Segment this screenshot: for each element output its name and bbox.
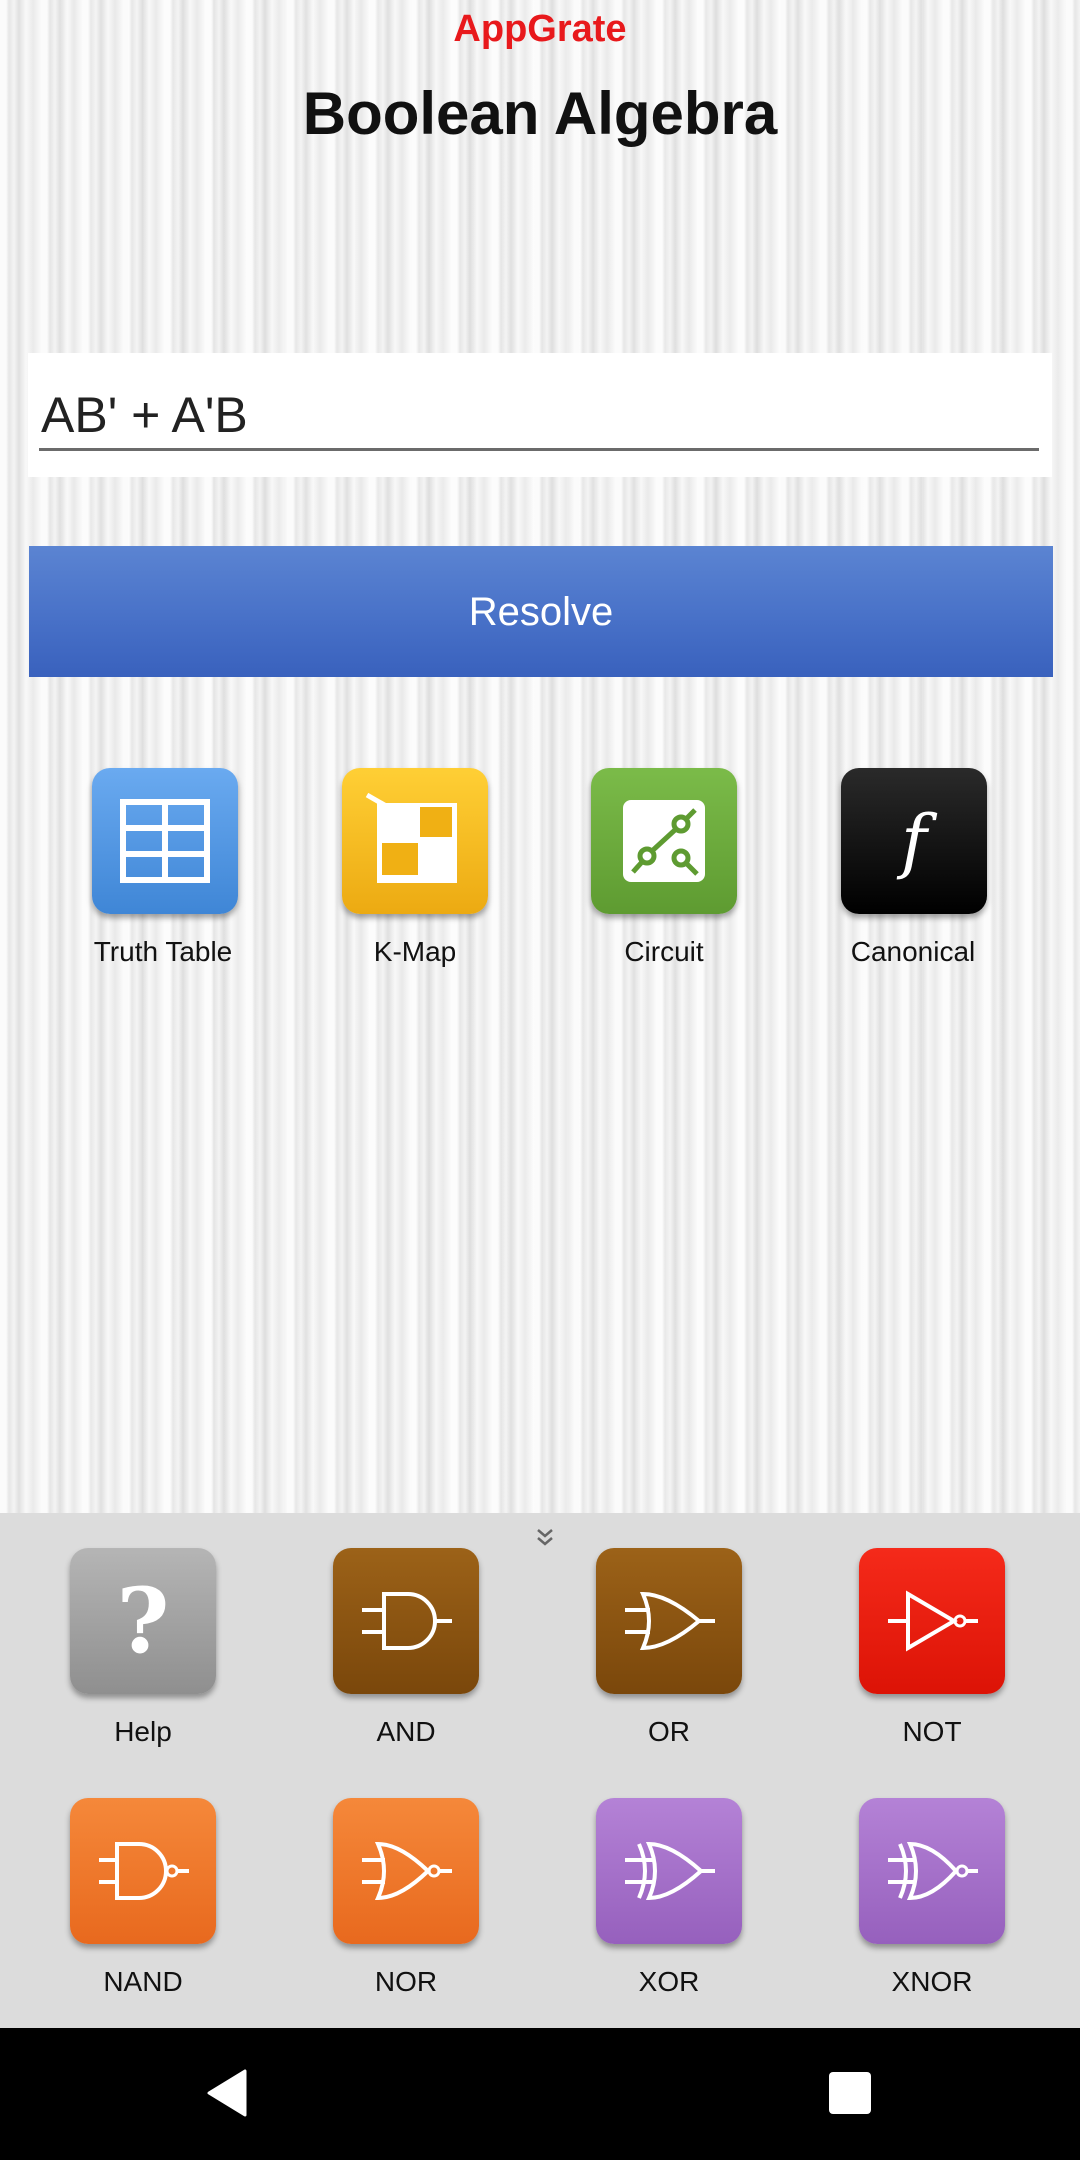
page-title: Boolean Algebra xyxy=(302,80,778,147)
nor-gate-icon xyxy=(362,1841,452,1901)
nand-gate-button[interactable] xyxy=(70,1798,216,1944)
not-gate-button[interactable] xyxy=(859,1548,1005,1694)
xor-gate-icon xyxy=(625,1841,715,1901)
xnor-label: XNOR xyxy=(891,1966,973,1997)
nor-gate-button[interactable] xyxy=(333,1798,479,1944)
truth-table-label: Truth Table xyxy=(93,936,233,967)
help-label: Help xyxy=(114,1716,172,1747)
and-label: AND xyxy=(376,1716,436,1747)
circuit-icon xyxy=(623,800,705,882)
nor-label: NOR xyxy=(374,1966,438,1997)
not-label: NOT xyxy=(902,1716,962,1747)
or-label: OR xyxy=(648,1716,690,1747)
xor-gate-button[interactable] xyxy=(596,1798,742,1944)
recents-square-icon[interactable] xyxy=(829,2072,871,2114)
or-gate-button[interactable] xyxy=(596,1548,742,1694)
kmap-icon xyxy=(365,792,457,883)
xnor-gate-icon xyxy=(888,1841,978,1901)
circuit-label: Circuit xyxy=(624,936,704,967)
nand-gate-icon xyxy=(99,1842,189,1900)
canonical-label: Canonical xyxy=(850,936,976,967)
table-icon xyxy=(120,799,210,883)
canonical-button[interactable]: f xyxy=(841,768,987,914)
function-icon: f xyxy=(901,800,927,882)
not-gate-icon xyxy=(888,1590,978,1652)
nand-label: NAND xyxy=(103,1966,183,1997)
chevron-double-down-icon[interactable] xyxy=(535,1526,555,1550)
kmap-label: K-Map xyxy=(373,936,457,967)
truth-table-button[interactable] xyxy=(92,768,238,914)
and-gate-button[interactable] xyxy=(333,1548,479,1694)
help-button[interactable]: ? xyxy=(70,1548,216,1694)
expression-input[interactable] xyxy=(39,381,1039,451)
xnor-gate-button[interactable] xyxy=(859,1798,1005,1944)
expression-card xyxy=(28,353,1052,477)
brand-label: AppGrate xyxy=(453,8,627,50)
xor-label: XOR xyxy=(638,1966,700,1997)
system-nav-bar xyxy=(0,2028,1080,2160)
question-icon: ? xyxy=(116,1568,170,1674)
kmap-button[interactable] xyxy=(342,768,488,914)
and-gate-icon xyxy=(362,1592,452,1650)
or-gate-icon xyxy=(625,1591,715,1651)
resolve-button[interactable]: Resolve xyxy=(29,546,1053,677)
back-triangle-icon[interactable] xyxy=(205,2068,249,2118)
circuit-button[interactable] xyxy=(591,768,737,914)
